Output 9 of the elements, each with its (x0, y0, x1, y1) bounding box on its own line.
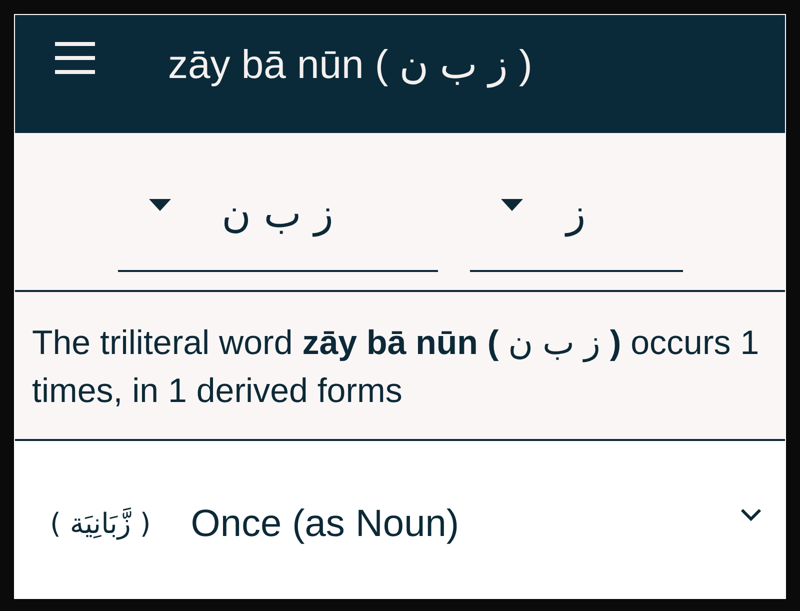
chevron-icon[interactable] (740, 508, 762, 521)
form-label: Once (as Noun) (190, 502, 460, 546)
app-title: zāy bā nūn ( ز ب ن ) (168, 42, 532, 90)
dropdown-caret-icon (148, 199, 170, 211)
arabic-word: ( زَّبَانِيَة ) (50, 506, 151, 542)
dropdown-caret-icon (500, 199, 522, 211)
dropdown[interactable]: ز (470, 185, 682, 272)
dropdown[interactable]: ز ب ن (118, 185, 438, 272)
menu-icon[interactable] (55, 42, 95, 74)
